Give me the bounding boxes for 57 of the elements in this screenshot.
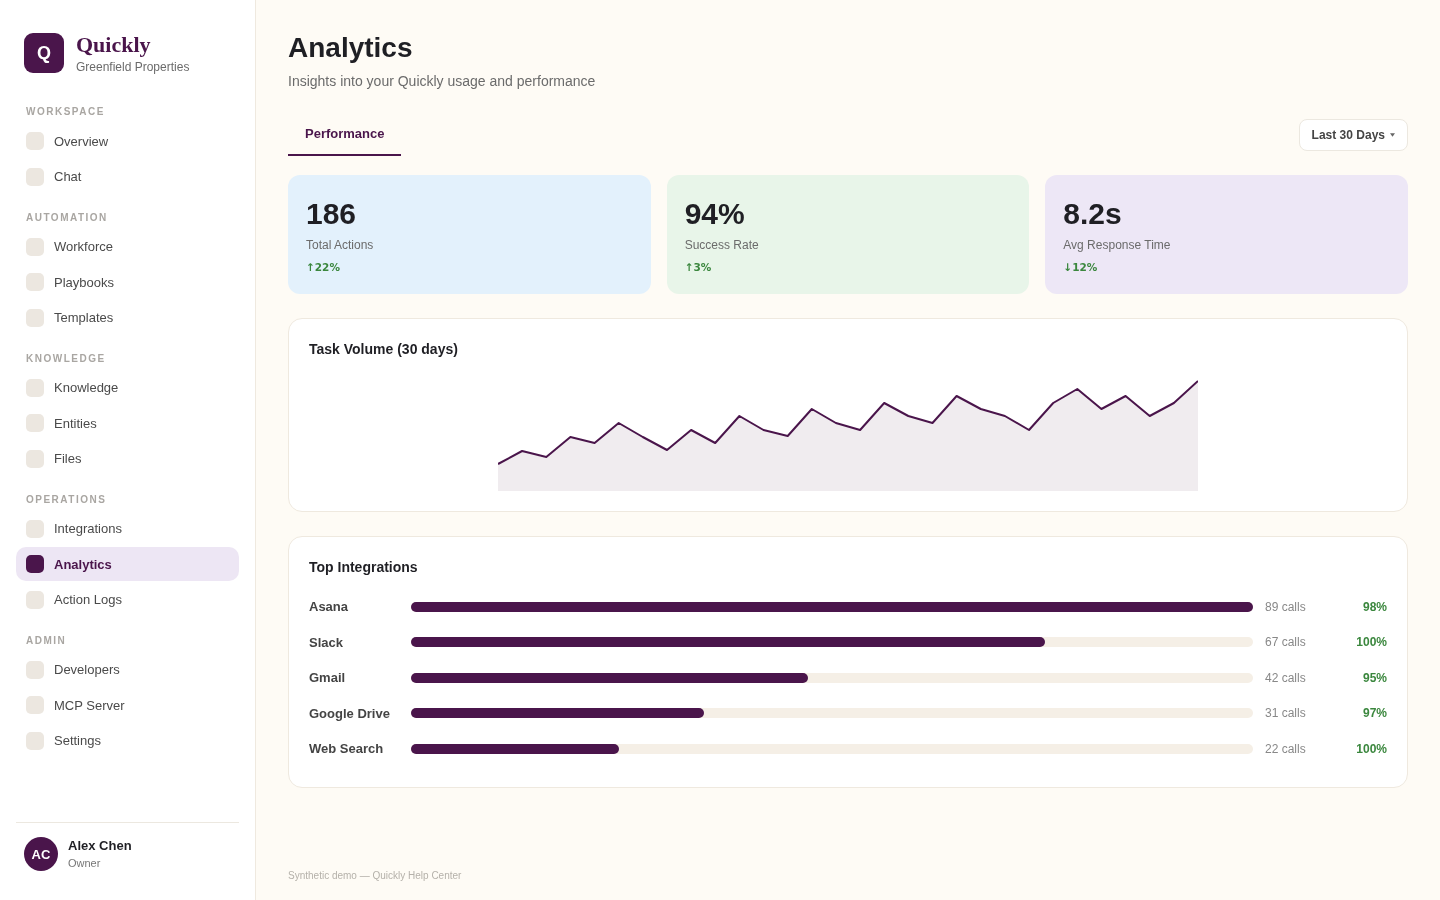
nav-item[interactable]: Knowledge	[16, 370, 239, 405]
nav-item[interactable]: Settings	[16, 723, 239, 758]
nav-item[interactable]: Templates	[16, 300, 239, 335]
caret-icon	[1390, 132, 1395, 137]
metric-label: Success Rate	[684, 237, 760, 253]
success-rate: 100%	[1355, 635, 1387, 650]
user-role: Owner	[68, 857, 102, 870]
section-label: AUTOMATION	[25, 211, 109, 224]
metric-change: ↓12%	[1063, 260, 1098, 274]
metric-label: Avg Response Time	[1063, 237, 1172, 253]
page-title: Analytics	[288, 31, 414, 65]
success-rate: 100%	[1355, 741, 1387, 756]
call-count: 89 calls	[1264, 599, 1307, 614]
metric-value: 186	[306, 196, 358, 231]
integration-name: Web Search	[309, 741, 385, 757]
card-title: Task Volume (30 days)	[309, 340, 459, 358]
metric-label: Total Actions	[306, 237, 375, 253]
success-rate: 95%	[1361, 670, 1387, 685]
app-logo: Q	[24, 33, 64, 73]
footer-text: Synthetic demo — Quickly Help Center	[288, 869, 463, 883]
nav-item[interactable]: Overview	[16, 124, 239, 158]
nav-item[interactable]: Files	[16, 441, 239, 476]
success-rate: 98%	[1361, 599, 1387, 614]
call-count: 67 calls	[1264, 635, 1307, 650]
integration-name: Slack	[309, 634, 344, 650]
user-avatar: AC	[24, 837, 58, 871]
integration-name: Gmail	[309, 670, 347, 686]
integration-name: Asana	[309, 599, 350, 615]
nav-item[interactable]: Playbooks	[16, 265, 239, 299]
integration-name: Google Drive	[309, 705, 391, 721]
nav-item[interactable]: Integrations	[16, 511, 239, 546]
tab[interactable]: Performance	[288, 113, 402, 156]
nav-item[interactable]: Action Logs	[16, 582, 239, 617]
date-range-dropdown[interactable]: Last 30 Days	[1298, 118, 1408, 151]
metric-change: ↑3%	[684, 260, 712, 274]
nav-item[interactable]: Developers	[16, 652, 239, 687]
brand-name: Quickly	[76, 32, 152, 57]
success-rate: 97%	[1361, 706, 1387, 721]
call-count: 22 calls	[1264, 741, 1307, 756]
call-count: 31 calls	[1264, 706, 1307, 721]
call-count: 42 calls	[1264, 670, 1307, 685]
section-label: ADMIN	[25, 634, 68, 647]
nav-item[interactable]: Entities	[16, 406, 239, 440]
user-name: Alex Chen	[68, 838, 132, 853]
nav-item[interactable]: Chat	[16, 159, 239, 194]
section-label: OPERATIONS	[25, 493, 108, 506]
page-subtitle: Insights into your Quickly usage and performance	[288, 72, 597, 91]
nav-item[interactable]: MCP Server	[16, 688, 239, 722]
metric-change: ↑22%	[306, 260, 340, 274]
nav-item[interactable]: Workforce	[16, 229, 239, 264]
nav-item[interactable]: Analytics	[16, 547, 239, 581]
section-label: KNOWLEDGE	[25, 352, 107, 365]
metric-value: 8.2s	[1063, 196, 1123, 231]
card-title: Top Integrations	[309, 558, 419, 576]
section-label: WORKSPACE	[25, 106, 106, 118]
metric-value: 94%	[684, 196, 746, 231]
organization-name: Greenfield Properties	[76, 59, 190, 74]
